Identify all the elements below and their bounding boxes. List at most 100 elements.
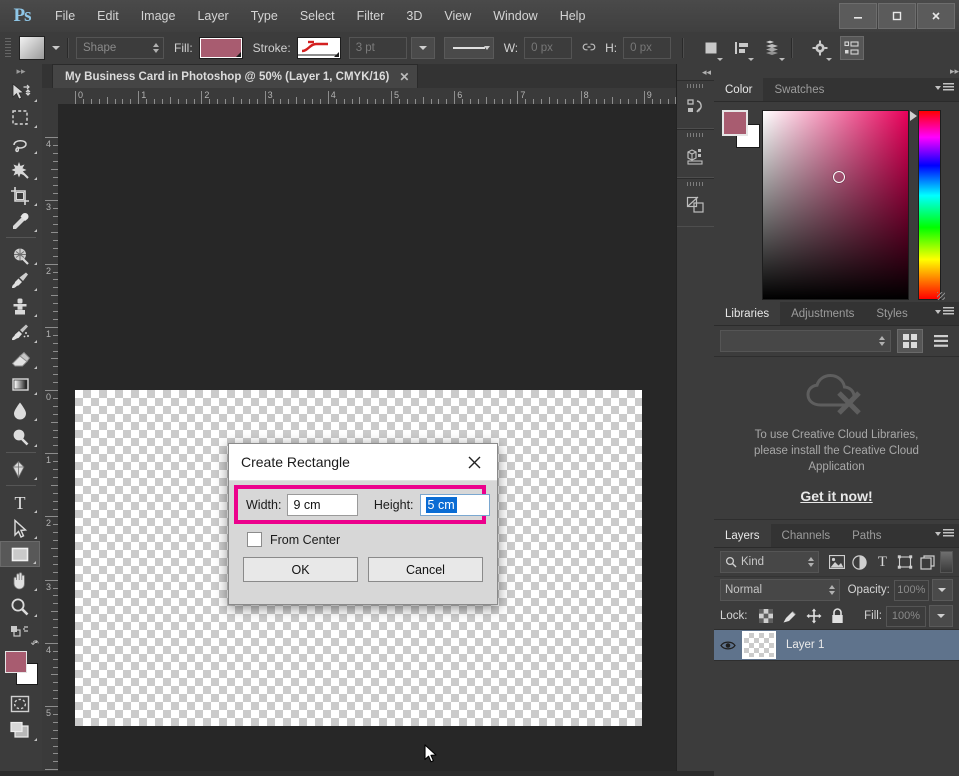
layer-visibility-icon[interactable] — [714, 640, 742, 651]
marquee-tool[interactable] — [0, 104, 40, 130]
spot-healing-brush-tool[interactable] — [0, 241, 40, 267]
tools-panel-handle[interactable]: ▸▸ — [0, 64, 42, 78]
quick-mask-icon[interactable] — [0, 691, 40, 717]
color-swatches[interactable] — [722, 110, 760, 148]
crop-tool[interactable] — [0, 182, 40, 208]
history-brush-tool[interactable] — [0, 319, 40, 345]
blur-tool[interactable] — [0, 397, 40, 423]
from-center-checkbox[interactable] — [247, 532, 262, 547]
lock-image-pixels-icon[interactable] — [778, 605, 802, 627]
tool-preset-picker[interactable] — [19, 36, 45, 60]
filter-type-icon[interactable]: T — [871, 551, 894, 573]
color-swatch-control[interactable]: ↶ — [0, 649, 40, 685]
geometry-options-gear-icon[interactable] — [809, 37, 831, 59]
color-picker-marker[interactable] — [833, 171, 845, 183]
lasso-tool[interactable] — [0, 130, 40, 156]
hand-tool[interactable] — [0, 567, 40, 593]
fill-value[interactable]: 100% — [886, 606, 926, 627]
menu-filter[interactable]: Filter — [346, 0, 396, 32]
rectangle-tool[interactable] — [0, 541, 40, 567]
shape-mode-select[interactable]: Shape — [76, 37, 164, 59]
filter-shape-icon[interactable] — [894, 551, 917, 573]
menu-help[interactable]: Help — [549, 0, 597, 32]
tab-adjustments[interactable]: Adjustments — [780, 302, 865, 325]
foreground-color-swatch[interactable] — [5, 651, 27, 673]
menu-image[interactable]: Image — [130, 0, 187, 32]
get-it-now-link[interactable]: Get it now! — [800, 488, 872, 504]
layer-thumbnail[interactable] — [742, 631, 776, 659]
panel-resize-grip[interactable] — [937, 292, 945, 300]
horizontal-ruler[interactable]: 0123456789 — [42, 88, 676, 105]
layers-list-empty-area[interactable] — [714, 661, 959, 776]
panel-menu-icon[interactable] — [935, 307, 954, 316]
lock-position-icon[interactable] — [802, 605, 826, 627]
height-input[interactable]: 5 cm — [420, 494, 490, 516]
paths-panel-icon[interactable] — [677, 188, 715, 222]
close-button[interactable] — [917, 3, 955, 29]
path-operations-icon[interactable] — [700, 37, 722, 59]
eraser-tool[interactable] — [0, 345, 40, 371]
minimize-button[interactable] — [839, 3, 877, 29]
path-alignment-icon[interactable] — [731, 37, 753, 59]
lock-transparent-pixels-icon[interactable] — [754, 605, 778, 627]
list-view-icon[interactable] — [929, 330, 953, 352]
panel-expand-arrows[interactable]: ▸▸ — [714, 64, 959, 78]
menu-3d[interactable]: 3D — [395, 0, 433, 32]
panel-menu-icon[interactable] — [935, 529, 954, 538]
cancel-button[interactable]: Cancel — [368, 557, 483, 582]
color-field[interactable] — [762, 110, 909, 300]
blend-mode-select[interactable]: Normal — [720, 579, 840, 601]
close-icon[interactable] — [461, 449, 487, 475]
move-tool[interactable] — [0, 78, 40, 104]
menu-type[interactable]: Type — [240, 0, 289, 32]
menu-view[interactable]: View — [433, 0, 482, 32]
tab-swatches[interactable]: Swatches — [763, 78, 835, 101]
type-tool[interactable]: T — [0, 489, 40, 515]
maximize-button[interactable] — [878, 3, 916, 29]
collapse-panels-icon[interactable]: ◂◂ — [677, 64, 715, 80]
stroke-style-picker[interactable] — [444, 37, 494, 59]
library-select[interactable] — [720, 330, 891, 352]
swap-colors-icon[interactable]: ↶ — [31, 639, 39, 650]
table-row[interactable]: Layer 1 — [714, 629, 959, 661]
shape-width-input[interactable]: 0 px — [524, 37, 572, 59]
tab-libraries[interactable]: Libraries — [714, 302, 780, 325]
menu-file[interactable]: File — [44, 0, 86, 32]
path-selection-tool[interactable] — [0, 515, 40, 541]
path-arrangement-icon[interactable] — [762, 37, 784, 59]
options-bar-grip[interactable] — [3, 37, 13, 59]
foreground-color-swatch[interactable] — [722, 110, 748, 136]
layer-name[interactable]: Layer 1 — [786, 639, 824, 651]
tab-channels[interactable]: Channels — [771, 524, 842, 547]
chevron-down-icon[interactable] — [52, 46, 60, 50]
quick-selection-tool[interactable] — [0, 156, 40, 182]
fill-swatch[interactable] — [199, 37, 243, 59]
menu-window[interactable]: Window — [482, 0, 548, 32]
tab-paths[interactable]: Paths — [841, 524, 892, 547]
screen-mode-icon[interactable] — [0, 717, 40, 743]
chain-link-icon[interactable] — [581, 41, 597, 56]
filter-adjustment-icon[interactable] — [848, 551, 871, 573]
zoom-tool[interactable] — [0, 593, 40, 619]
shape-height-input[interactable]: 0 px — [623, 37, 671, 59]
rail-group-properties[interactable] — [677, 129, 715, 178]
eyedropper-tool[interactable] — [0, 208, 40, 234]
menu-layer[interactable]: Layer — [186, 0, 239, 32]
opacity-dropdown[interactable] — [932, 579, 953, 601]
panel-menu-icon[interactable] — [935, 83, 954, 92]
tab-layers[interactable]: Layers — [714, 524, 771, 547]
layer-filter-kind-select[interactable]: Kind — [720, 551, 819, 573]
rail-group-history[interactable] — [677, 80, 715, 129]
clone-stamp-tool[interactable] — [0, 293, 40, 319]
ok-button[interactable]: OK — [243, 557, 358, 582]
canvas-area[interactable] — [58, 104, 676, 771]
menu-select[interactable]: Select — [289, 0, 346, 32]
gradient-tool[interactable] — [0, 371, 40, 397]
hue-slider[interactable] — [918, 110, 941, 300]
width-input[interactable]: 9 cm — [287, 494, 357, 516]
filter-smart-object-icon[interactable] — [917, 551, 940, 573]
tab-styles[interactable]: Styles — [865, 302, 918, 325]
dodge-tool[interactable] — [0, 423, 40, 449]
pen-tool[interactable] — [0, 456, 40, 482]
stroke-width-input[interactable]: 3 pt — [349, 37, 407, 59]
